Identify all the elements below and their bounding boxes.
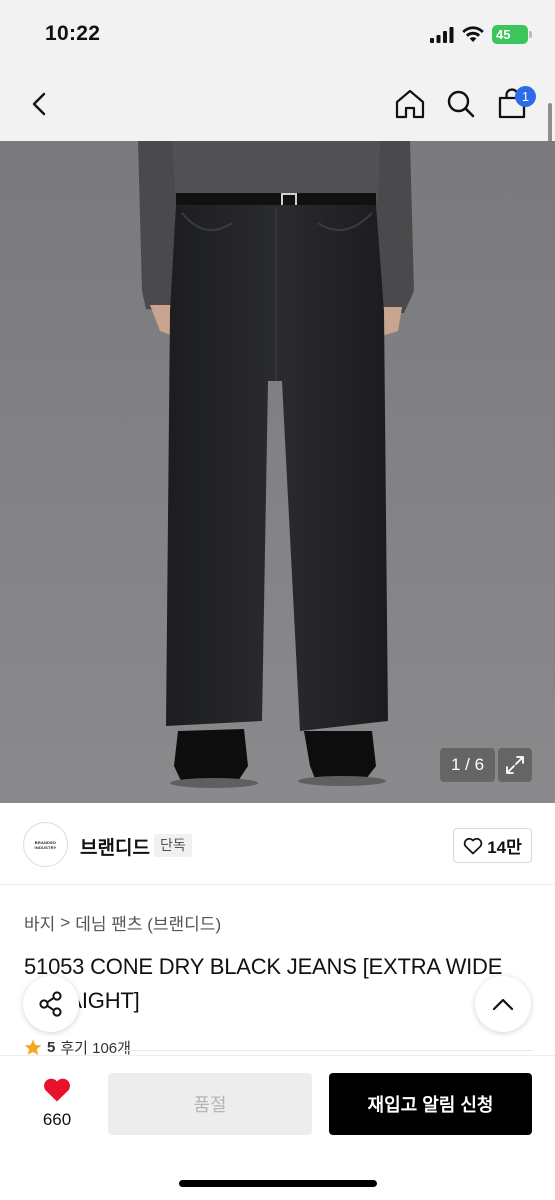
- product-image[interactable]: [0, 141, 555, 803]
- nav-bar: 1: [0, 68, 555, 141]
- battery-tip: [529, 31, 532, 38]
- scroll-to-top-button[interactable]: [475, 976, 531, 1032]
- cart-button[interactable]: 1: [490, 82, 536, 126]
- heart-filled-icon: [44, 1078, 70, 1102]
- breadcrumb-subcategory[interactable]: 데님 팬츠 (브랜디드): [75, 910, 221, 935]
- brand-like-button[interactable]: 14만: [453, 828, 532, 863]
- share-icon: [39, 991, 62, 1017]
- home-button[interactable]: [388, 82, 432, 126]
- image-counter: 1 / 6: [440, 748, 495, 782]
- restock-alert-button[interactable]: 재입고 알림 신청: [329, 1073, 532, 1135]
- bottom-action-bar: 660 품절 재입고 알림 신청: [0, 1055, 555, 1200]
- cart-count-badge: 1: [515, 86, 536, 107]
- divider: [120, 1050, 532, 1051]
- home-indicator: [179, 1180, 377, 1187]
- battery-level: 45: [496, 27, 511, 42]
- wishlist-button[interactable]: 660: [30, 1076, 84, 1130]
- breadcrumb-separator: >: [60, 912, 71, 932]
- status-bar: 10:22 45: [0, 0, 555, 68]
- share-button[interactable]: [23, 976, 79, 1032]
- brand-like-count: 14만: [487, 838, 522, 857]
- breadcrumb: 바지 > 데님 팬츠 (브랜디드): [24, 910, 221, 935]
- rating-score: 5: [47, 1039, 56, 1056]
- home-icon: [395, 89, 425, 119]
- product-photo-illustration: [0, 141, 555, 803]
- breadcrumb-category[interactable]: 바지: [24, 910, 55, 935]
- battery-icon: 45: [492, 25, 528, 44]
- expand-image-button[interactable]: [498, 748, 532, 782]
- sold-out-button[interactable]: 품절: [108, 1073, 312, 1135]
- brand-row: BRANDED INDUSTRY 브랜디드 단독 14만: [0, 803, 555, 885]
- chevron-left-icon: [32, 92, 46, 116]
- brand-name[interactable]: 브랜디드: [80, 833, 150, 860]
- expand-icon: [506, 756, 524, 774]
- search-button[interactable]: [439, 82, 483, 126]
- heart-outline-icon: [464, 837, 483, 854]
- star-icon: [24, 1039, 42, 1055]
- brand-logo[interactable]: BRANDED INDUSTRY: [23, 822, 68, 867]
- search-icon: [447, 90, 475, 118]
- status-time: 10:22: [45, 22, 101, 45]
- exclusive-badge: 단독: [154, 834, 192, 857]
- chevron-up-icon: [492, 998, 514, 1011]
- wishlist-count: 660: [42, 1110, 72, 1129]
- brand-logo-text: BRANDED INDUSTRY: [34, 839, 57, 850]
- cellular-signal-icon: [430, 27, 454, 43]
- product-title: 51053 CONE DRY BLACK JEANS [EXTRA WIDE S…: [24, 954, 503, 1013]
- wifi-icon: [462, 26, 484, 42]
- back-button[interactable]: [18, 82, 62, 126]
